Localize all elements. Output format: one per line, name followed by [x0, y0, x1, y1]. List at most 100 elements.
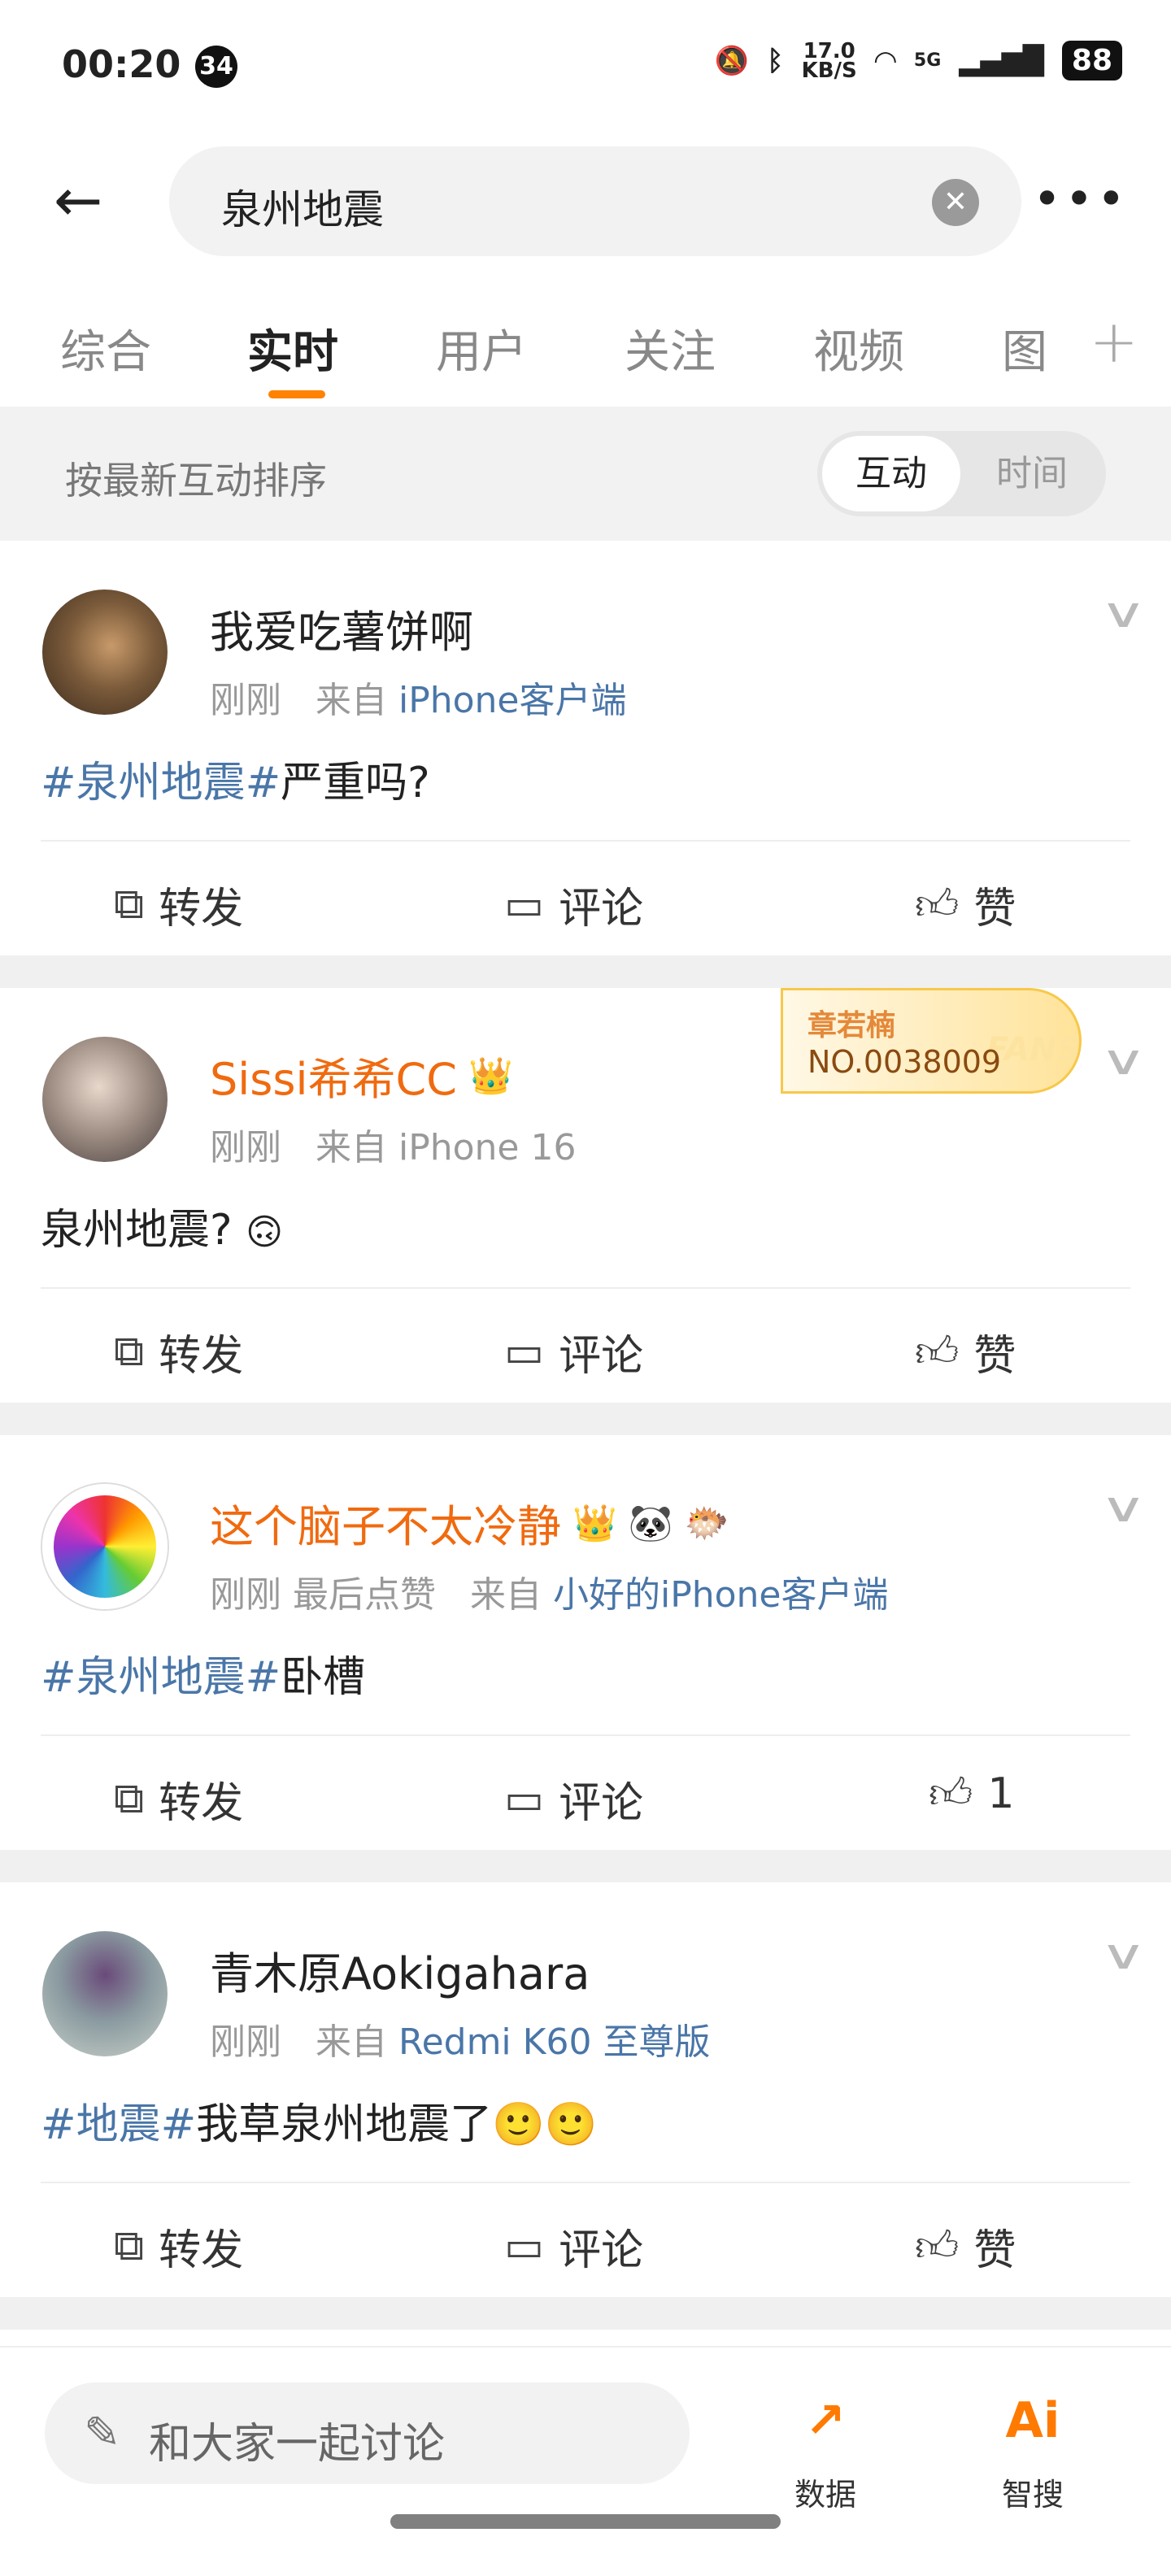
repost-button[interactable]: ⧉ 转发 [114, 1321, 243, 1382]
comment-button[interactable]: ▭ 评论 [504, 1321, 643, 1382]
data-label: 数据 [794, 2477, 856, 2513]
post-meta: 刚刚 来自 iPhone 16 [210, 1118, 576, 1170]
discussion-input[interactable]: ✎ 和大家一起讨论 [45, 2382, 690, 2484]
thumbs-up-icon: 👍︎ [915, 880, 960, 929]
post-meta: 刚刚 来自 iPhone客户端 [210, 671, 627, 723]
avatar[interactable] [42, 1037, 168, 1162]
chevron-down-icon[interactable]: ∨ [1099, 1037, 1147, 1084]
username[interactable]: 青木原Aokigahara [210, 1938, 590, 2002]
repost-button[interactable]: ⧉ 转发 [114, 1769, 243, 1830]
post-source[interactable]: Redmi K60 至尊版 [398, 2021, 711, 2063]
search-query[interactable]: 泉州地震 [221, 177, 384, 236]
chart-trend-icon: ↗ [804, 2392, 847, 2449]
username[interactable]: Sissi希希CC 👑 [210, 1043, 513, 1107]
comment-button[interactable]: ▭ 评论 [504, 2216, 643, 2277]
post[interactable]: 这个脑子不太冷静 👑 🐼 🐡 刚刚 最后点赞 来自 小好的iPhone客户端 #泉州地… [0, 1435, 1171, 1850]
post-source[interactable]: iPhone客户端 [398, 680, 627, 721]
post-actions: ⧉ 转发 ▭ 评论 👍︎ 1 [0, 1736, 1171, 1850]
tab-realtime[interactable]: 实时 [247, 315, 338, 381]
comment-label: 评论 [559, 1779, 644, 1828]
username-text[interactable]: Sissi希希CC [210, 1043, 457, 1107]
repost-label: 转发 [159, 2226, 244, 2275]
data-button[interactable]: ↗ 数据 [777, 2388, 874, 2514]
bottom-bar: ✎ 和大家一起讨论 ↗ 数据 Ai 智搜 [0, 2346, 1171, 2576]
tab-following[interactable]: 关注 [625, 315, 716, 381]
repost-button[interactable]: ⧉ 转发 [114, 2216, 243, 2277]
avatar[interactable] [42, 590, 168, 715]
search-header: ← 泉州地震 ✕ ••• [0, 146, 1171, 256]
separator [0, 1403, 1171, 1435]
avatar[interactable] [42, 1484, 168, 1609]
post-text: 卧槽 [281, 1653, 366, 1702]
more-icon[interactable]: ••• [1033, 171, 1129, 228]
ai-search-label: 智搜 [1001, 2477, 1064, 2513]
comment-icon: ▭ [504, 880, 545, 929]
tab-video[interactable]: 视频 [813, 315, 904, 381]
comment-button[interactable]: ▭ 评论 [504, 874, 643, 935]
avatar[interactable] [42, 1931, 168, 2056]
tab-users[interactable]: 用户 [436, 315, 527, 381]
sort-toggle: 互动 时间 [817, 431, 1106, 516]
like-label: 赞 [973, 885, 1016, 933]
hashtag-link[interactable]: #泉州地震# [41, 1653, 281, 1702]
from-label: 来自 [315, 2021, 387, 2063]
comment-icon: ▭ [504, 2221, 545, 2271]
add-tab-icon[interactable]: + [1090, 307, 1138, 376]
comment-label: 评论 [559, 1332, 644, 1381]
post-time: 刚刚 [210, 680, 281, 721]
post-text: 泉州地震? [41, 1206, 233, 1255]
username-text[interactable]: 青木原Aokigahara [210, 1938, 590, 2002]
clock: 00:20 [62, 42, 181, 86]
mute-bell-icon: 🔕 [714, 44, 750, 77]
tab-comprehensive[interactable]: 综合 [60, 315, 151, 381]
search-input[interactable]: 泉州地震 ✕ [169, 146, 1021, 256]
repost-label: 转发 [159, 1779, 244, 1828]
username[interactable]: 这个脑子不太冷静 👑 🐼 🐡 [210, 1490, 729, 1555]
like-button[interactable]: 👍︎ 赞 [915, 874, 1016, 935]
chevron-down-icon[interactable]: ∨ [1099, 1931, 1147, 1978]
chevron-down-icon[interactable]: ∨ [1099, 590, 1147, 637]
post[interactable]: Sissi希希CC 👑 FANS 章若楠 NO.0038009 刚刚 来自 iPh… [0, 988, 1171, 1403]
like-button[interactable]: 👍︎ 赞 [915, 1321, 1016, 1382]
sort-time-option[interactable]: 时间 [963, 436, 1101, 511]
hashtag-link[interactable]: #泉州地震# [41, 759, 281, 807]
username-text[interactable]: 这个脑子不太冷静 [210, 1490, 561, 1555]
ai-search-button[interactable]: Ai 智搜 [984, 2388, 1082, 2514]
post-content[interactable]: #地震#我草泉州地震了🙂🙂 [41, 2090, 598, 2151]
repost-button[interactable]: ⧉ 转发 [114, 874, 243, 935]
sort-interaction-option[interactable]: 互动 [822, 436, 960, 511]
post-content[interactable]: #泉州地震#卧槽 [41, 1643, 365, 1704]
comment-button[interactable]: ▭ 评论 [504, 1769, 643, 1830]
post-actions: ⧉ 转发 ▭ 评论 👍︎ 赞 [0, 2183, 1171, 2297]
from-label: 来自 [469, 1574, 542, 1616]
wifi-icon: ◠ [874, 44, 896, 77]
clear-icon[interactable]: ✕ [932, 179, 979, 226]
separator [0, 955, 1171, 988]
tab-bar: 综合 实时 用户 关注 视频 图 + [0, 301, 1171, 407]
fan-badge-name: 章若楠 [808, 1009, 896, 1042]
back-arrow-icon[interactable]: ← [54, 171, 102, 229]
post[interactable]: 我爱吃薯饼啊 刚刚 来自 iPhone客户端 #泉州地震#严重吗? ∨ ⧉ 转发 … [0, 541, 1171, 955]
tab-images[interactable]: 图 [1002, 315, 1047, 381]
repost-icon: ⧉ [114, 2221, 145, 2270]
chevron-down-icon[interactable]: ∨ [1099, 1484, 1147, 1531]
repost-icon: ⧉ [114, 1774, 145, 1823]
emoji-sticker-icon: 🙃 [246, 1212, 284, 1253]
from-label: 来自 [315, 680, 387, 721]
from-label: 来自 [315, 1127, 387, 1168]
ai-icon: Ai [1005, 2392, 1060, 2449]
username[interactable]: 我爱吃薯饼啊 [210, 596, 473, 660]
repost-label: 转发 [159, 885, 244, 933]
username-text[interactable]: 我爱吃薯饼啊 [210, 596, 473, 660]
post[interactable]: 青木原Aokigahara 刚刚 来自 Redmi K60 至尊版 #地震#我草… [0, 1882, 1171, 2297]
post-source[interactable]: 小好的iPhone客户端 [553, 1574, 889, 1616]
hashtag-link[interactable]: #地震# [41, 2100, 196, 2149]
like-label: 赞 [973, 1332, 1016, 1381]
post-content[interactable]: #泉州地震#严重吗? [41, 748, 430, 809]
home-indicator[interactable] [390, 2514, 781, 2529]
post-content[interactable]: 泉州地震? 🙃 [41, 1195, 283, 1256]
sort-label: 按最新互动排序 [65, 459, 327, 503]
like-button[interactable]: 👍︎ 1 [929, 1769, 1014, 1819]
like-button[interactable]: 👍︎ 赞 [915, 2216, 1016, 2277]
fan-badge[interactable]: FANS 章若楠 NO.0038009 [781, 988, 1082, 1094]
